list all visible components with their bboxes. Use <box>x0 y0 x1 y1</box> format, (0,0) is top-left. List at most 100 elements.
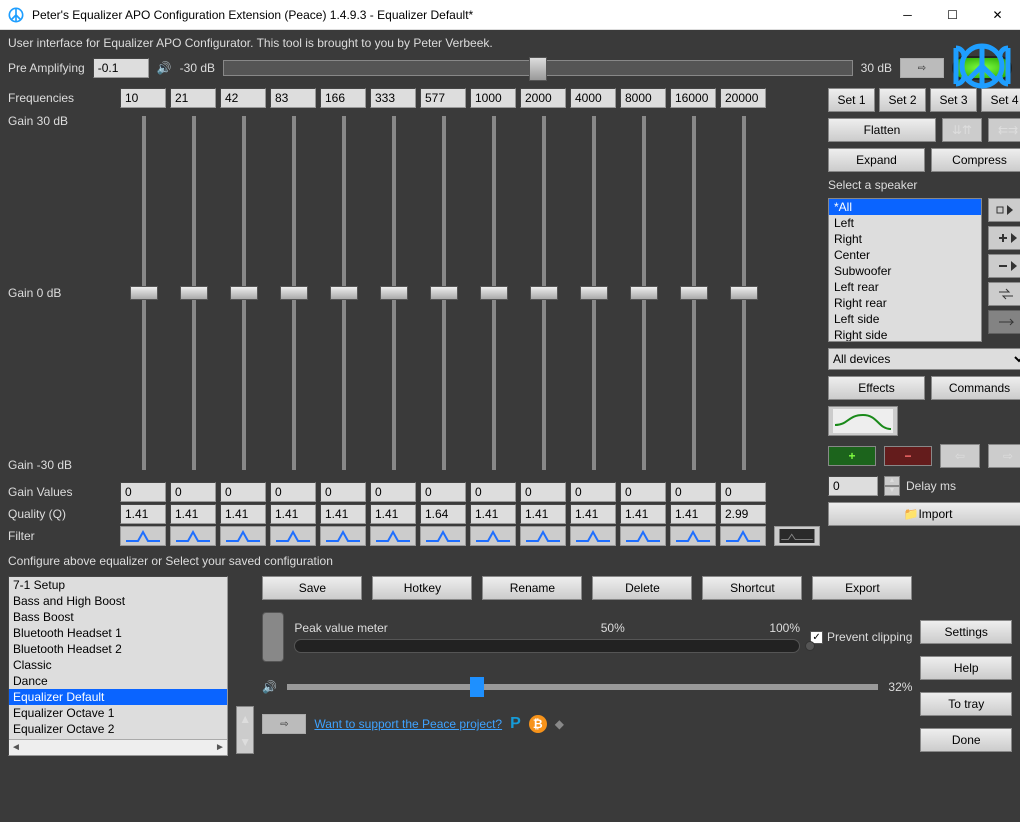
gain-input-5[interactable] <box>370 482 416 502</box>
config-item[interactable]: Classic <box>9 657 227 673</box>
speaker-item[interactable]: Left rear <box>829 279 981 295</box>
q-input-5[interactable] <box>370 504 416 524</box>
freq-input-6[interactable] <box>420 88 466 108</box>
config-item[interactable]: Bass Boost <box>9 609 227 625</box>
gain-input-12[interactable] <box>720 482 766 502</box>
close-button[interactable]: ✕ <box>975 0 1020 30</box>
freq-input-7[interactable] <box>470 88 516 108</box>
delete-button[interactable]: Delete <box>592 576 692 600</box>
gain-input-3[interactable] <box>270 482 316 502</box>
gain-slider-0[interactable] <box>120 108 168 478</box>
q-input-8[interactable] <box>520 504 566 524</box>
config-item[interactable]: Equalizer Octave 2 <box>9 721 227 737</box>
freq-input-1[interactable] <box>170 88 216 108</box>
set1-button[interactable]: Set 1 <box>828 88 875 112</box>
band-right-icon[interactable]: ⇨ <box>988 444 1020 468</box>
export-button[interactable]: Export <box>812 576 912 600</box>
speaker-item[interactable]: Right <box>829 231 981 247</box>
config-hscroll[interactable]: ◄► <box>9 739 227 755</box>
q-input-2[interactable] <box>220 504 266 524</box>
config-item[interactable]: 7-1 Setup <box>9 577 227 593</box>
gain-slider-3[interactable] <box>270 108 318 478</box>
preamp-slider[interactable] <box>223 60 853 76</box>
q-input-3[interactable] <box>270 504 316 524</box>
freq-input-11[interactable] <box>670 88 716 108</box>
filter-type-0[interactable] <box>120 526 166 546</box>
preamp-input[interactable] <box>93 58 149 78</box>
speaker-item[interactable]: Center <box>829 247 981 263</box>
config-item[interactable]: Equalizer Default <box>9 689 227 705</box>
q-input-1[interactable] <box>170 504 216 524</box>
delay-input[interactable] <box>828 476 878 496</box>
config-item[interactable]: Bluetooth Headset 1 <box>9 625 227 641</box>
gain-input-1[interactable] <box>170 482 216 502</box>
volume-icon[interactable]: 🔊 <box>262 680 277 694</box>
speaker-swap-icon[interactable] <box>988 282 1020 306</box>
filter-type-8[interactable] <box>520 526 566 546</box>
shortcut-button[interactable]: Shortcut <box>702 576 802 600</box>
gain-slider-2[interactable] <box>220 108 268 478</box>
q-input-7[interactable] <box>470 504 516 524</box>
expand-button[interactable]: Expand <box>828 148 925 172</box>
config-item[interactable]: Bluetooth Headset 2 <box>9 641 227 657</box>
gain-slider-5[interactable] <box>370 108 418 478</box>
eq-graph-mini[interactable] <box>774 526 820 546</box>
speaker-item[interactable]: Subwoofer <box>829 263 981 279</box>
gain-slider-8[interactable] <box>520 108 568 478</box>
speaker-solo-icon[interactable] <box>988 198 1020 222</box>
ethereum-icon[interactable]: ◆ <box>555 717 564 731</box>
config-item[interactable]: Equalizer Octave 1 <box>9 705 227 721</box>
gain-slider-11[interactable] <box>670 108 718 478</box>
settings-button[interactable]: Settings <box>920 620 1012 644</box>
flatten-button[interactable]: Flatten <box>828 118 936 142</box>
speaker-item[interactable]: Right side <box>829 327 981 342</box>
gain-input-2[interactable] <box>220 482 266 502</box>
q-input-11[interactable] <box>670 504 716 524</box>
speaker-list[interactable]: *AllLeftRightCenterSubwooferLeft rearRig… <box>828 198 982 342</box>
q-input-12[interactable] <box>720 504 766 524</box>
freq-input-12[interactable] <box>720 88 766 108</box>
q-input-10[interactable] <box>620 504 666 524</box>
support-link[interactable]: Want to support the Peace project? <box>314 717 502 731</box>
compress-button[interactable]: Compress <box>931 148 1020 172</box>
gain-slider-7[interactable] <box>470 108 518 478</box>
filter-type-9[interactable] <box>570 526 616 546</box>
import-button[interactable]: 📁 Import <box>828 502 1020 526</box>
q-input-0[interactable] <box>120 504 166 524</box>
gain-input-10[interactable] <box>620 482 666 502</box>
speaker-item[interactable]: Right rear <box>829 295 981 311</box>
freq-input-3[interactable] <box>270 88 316 108</box>
speaker-icon[interactable]: 🔊 <box>157 61 172 75</box>
gain-input-6[interactable] <box>420 482 466 502</box>
hotkey-button[interactable]: Hotkey <box>372 576 472 600</box>
filter-type-5[interactable] <box>370 526 416 546</box>
shift-down-up-icon[interactable]: ⇊⇈ <box>942 118 982 142</box>
filter-type-1[interactable] <box>170 526 216 546</box>
gain-input-8[interactable] <box>520 482 566 502</box>
maximize-button[interactable]: ☐ <box>930 0 975 30</box>
add-band-button[interactable]: + <box>828 446 876 466</box>
filter-type-6[interactable] <box>420 526 466 546</box>
person-icon[interactable] <box>262 612 284 662</box>
gain-slider-9[interactable] <box>570 108 618 478</box>
freq-input-2[interactable] <box>220 88 266 108</box>
filter-type-11[interactable] <box>670 526 716 546</box>
gain-slider-12[interactable] <box>720 108 768 478</box>
filter-type-10[interactable] <box>620 526 666 546</box>
speaker-route-icon[interactable] <box>988 310 1020 334</box>
response-graph-button[interactable] <box>828 406 898 436</box>
set2-button[interactable]: Set 2 <box>879 88 926 112</box>
gain-slider-10[interactable] <box>620 108 668 478</box>
filter-type-3[interactable] <box>270 526 316 546</box>
rename-button[interactable]: Rename <box>482 576 582 600</box>
support-routing-icon[interactable]: ⇨ <box>262 714 306 734</box>
filter-type-12[interactable] <box>720 526 766 546</box>
q-input-4[interactable] <box>320 504 366 524</box>
config-move-buttons[interactable]: ▲▼ <box>236 706 254 754</box>
gain-input-0[interactable] <box>120 482 166 502</box>
effects-button[interactable]: Effects <box>828 376 925 400</box>
device-select[interactable]: All devices <box>828 348 1020 370</box>
speaker-item[interactable]: Left <box>829 215 981 231</box>
commands-button[interactable]: Commands <box>931 376 1020 400</box>
freq-input-4[interactable] <box>320 88 366 108</box>
